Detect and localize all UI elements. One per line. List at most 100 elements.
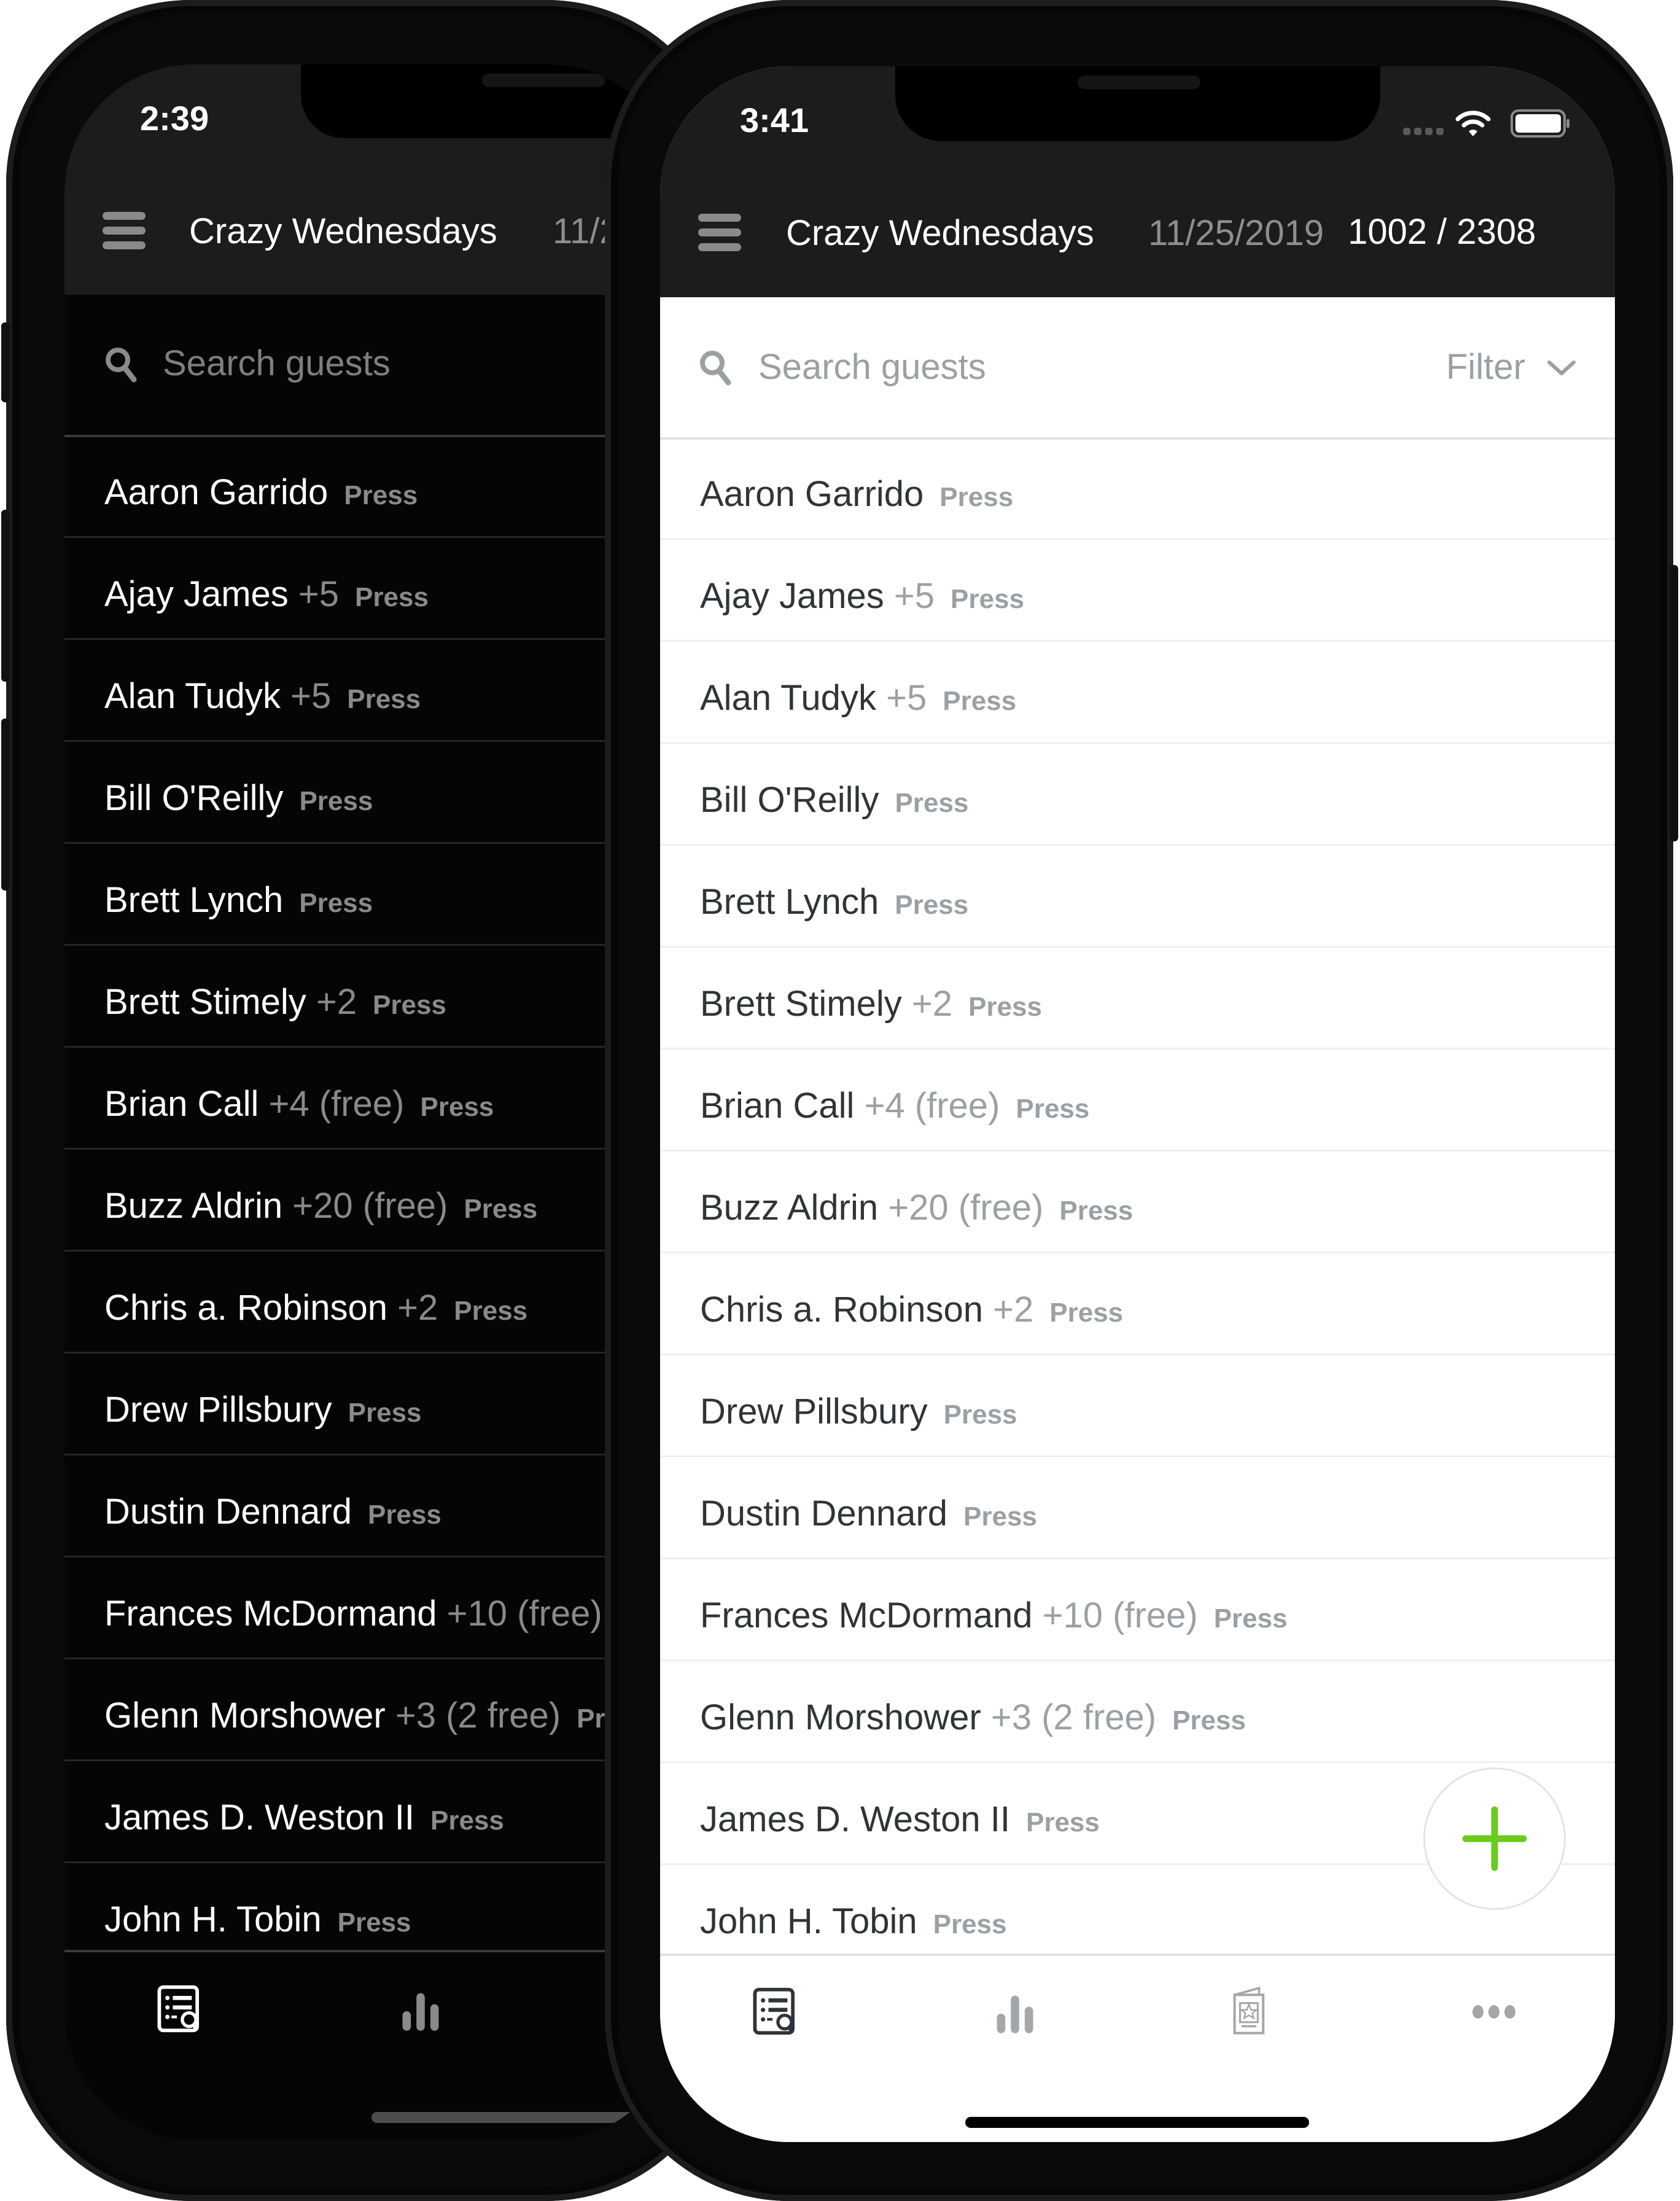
guest-category-tag: Press <box>337 1907 411 1938</box>
guest-name: Alan Tudyk +5 Press <box>700 677 1016 719</box>
guest-category-tag: Press <box>454 1296 528 1326</box>
status-time: 2:39 <box>140 99 209 138</box>
guest-row[interactable]: Dustin Dennard Press <box>660 1457 1615 1559</box>
guest-row[interactable]: Frances McDormand +10 (free)Press <box>64 1557 679 1659</box>
guest-name-text: James D. Weston II <box>104 1798 414 1837</box>
bar-chart-icon[interactable] <box>994 1993 1036 2035</box>
guest-plus-count: +2 <box>397 1288 438 1328</box>
guest-row[interactable]: Alan Tudyk +5 Press <box>64 640 679 742</box>
guest-name-text: Glenn Morshower <box>700 1697 981 1737</box>
add-guest-button[interactable] <box>1423 1767 1566 1910</box>
guest-plus-count: +2 <box>993 1290 1034 1330</box>
guest-category-tag: Press <box>951 584 1024 614</box>
search-input[interactable]: Search guests <box>163 343 391 384</box>
guest-row[interactable]: Aaron Garrido Press <box>660 438 1615 540</box>
guest-name-text: Chris a. Robinson <box>700 1290 983 1330</box>
guest-name-text: Ajay James <box>700 576 884 616</box>
guest-row[interactable]: Drew Pillsbury Press <box>660 1355 1615 1457</box>
guest-row[interactable]: Drew Pillsbury Press <box>64 1354 679 1455</box>
guest-name-text: James D. Weston II <box>700 1799 1010 1839</box>
app-header: 2:39 Crazy Wednesdays 11/2 <box>64 64 679 295</box>
guest-plus-count: +5 <box>290 676 332 716</box>
guest-row[interactable]: James D. Weston II Press <box>64 1761 679 1863</box>
guest-row[interactable]: Dustin Dennard Press <box>64 1455 679 1557</box>
guest-name: Glenn Morshower +3 (2 free) Press <box>700 1697 1246 1738</box>
speaker-grille <box>482 74 605 87</box>
guest-plus-count: +2 <box>316 982 357 1022</box>
search-bar[interactable]: Search guests <box>64 295 679 437</box>
guest-category-tag: Press <box>464 1194 538 1224</box>
guest-name-text: Chris a. Robinson <box>104 1288 387 1328</box>
filter-dropdown[interactable]: Filter <box>1446 346 1581 389</box>
guest-plus-count: +5 <box>886 678 927 718</box>
guest-row[interactable]: Brian Call +4 (free) Press <box>64 1048 679 1150</box>
guest-plus-count: +3 (2 free) <box>990 1697 1157 1737</box>
guest-category-tag: Press <box>347 684 421 714</box>
menu-icon[interactable] <box>103 212 146 249</box>
guest-name-text: John H. Tobin <box>104 1899 322 1939</box>
bar-chart-icon[interactable] <box>399 1990 442 2032</box>
guest-row[interactable]: Glenn Morshower +3 (2 free)Press <box>660 1661 1615 1763</box>
guest-row[interactable]: Brett Stimely +2 Press <box>64 946 679 1048</box>
guest-plus-count: +4 (free) <box>864 1086 1000 1126</box>
guest-name-text: Frances McDormand <box>700 1595 1033 1635</box>
guest-row[interactable]: Frances McDormand +10 (free)Press <box>660 1559 1615 1661</box>
search-bar[interactable]: Search guests Filter <box>660 297 1615 440</box>
status-time: 3:41 <box>740 101 809 139</box>
guest-row[interactable]: Bill O'Reilly Press <box>64 742 679 844</box>
search-icon <box>700 351 731 386</box>
guest-name-text: Brett Lynch <box>700 882 879 922</box>
guest-list-search-icon[interactable] <box>752 1987 798 2036</box>
guest-plus-count: +10 (free) <box>446 1594 602 1634</box>
wifi-icon <box>1455 111 1491 136</box>
guest-row[interactable]: Brett Lynch Press <box>64 844 679 946</box>
guest-row[interactable]: Brett Lynch Press <box>660 846 1615 948</box>
ticket-star-icon[interactable] <box>1231 1987 1268 2036</box>
guest-name-text: Dustin Dennard <box>700 1494 947 1533</box>
guest-name: Brett Lynch Press <box>700 881 968 922</box>
guest-name-text: Drew Pillsbury <box>700 1392 928 1432</box>
guest-name-text: Frances McDormand <box>104 1594 437 1634</box>
guest-name: Aaron Garrido Press <box>104 472 418 513</box>
guest-plus-count: +4 (free) <box>268 1084 405 1124</box>
guest-name-text: Brian Call <box>700 1086 855 1126</box>
tab-bar <box>64 1950 679 2140</box>
guest-row[interactable]: Chris a. Robinson +2 Press <box>64 1252 679 1354</box>
battery-icon <box>1511 109 1569 138</box>
guest-row[interactable]: Brian Call +4 (free) Press <box>660 1050 1615 1151</box>
guest-row[interactable]: Buzz Aldrin +20 (free) Press <box>64 1150 679 1252</box>
menu-icon[interactable] <box>698 214 741 251</box>
guest-category-tag: Press <box>943 686 1017 716</box>
search-input[interactable]: Search guests <box>758 346 986 388</box>
guest-row[interactable]: Chris a. Robinson +2 Press <box>660 1253 1615 1355</box>
volume-up-button <box>1 510 10 682</box>
guest-row[interactable]: Buzz Aldrin +20 (free) Press <box>660 1151 1615 1253</box>
guest-row[interactable]: Alan Tudyk +5 Press <box>660 642 1615 744</box>
guest-list-search-icon[interactable] <box>157 1984 203 2033</box>
more-dots-icon[interactable] <box>1471 2004 1517 2020</box>
guest-row[interactable]: Bill O'Reilly Press <box>660 744 1615 846</box>
guest-row[interactable]: Ajay James +5 Press <box>660 540 1615 642</box>
guest-name: Frances McDormand +10 (free)Press <box>700 1595 1288 1636</box>
guest-category-tag: Press <box>1213 1603 1288 1634</box>
guest-row[interactable]: Glenn Morshower +3 (2 free)Press <box>64 1659 679 1761</box>
guest-row[interactable]: Ajay James +5 Press <box>64 538 679 640</box>
guest-category-tag: Press <box>1016 1094 1090 1124</box>
guest-category-tag: Press <box>895 890 969 920</box>
guest-category-tag: Press <box>373 990 446 1020</box>
guest-name-text: Buzz Aldrin <box>700 1188 879 1228</box>
guest-category-tag: Press <box>348 1398 422 1428</box>
guest-name: Chris a. Robinson +2 Press <box>700 1289 1123 1330</box>
guest-name: James D. Weston II Press <box>700 1799 1100 1840</box>
guest-plus-count: +3 (2 free) <box>395 1696 561 1735</box>
plus-icon <box>1462 1806 1527 1871</box>
guest-row[interactable]: Aaron Garrido Press <box>64 436 679 538</box>
guest-name-text: Aaron Garrido <box>700 474 924 514</box>
guest-plus-count: +20 (free) <box>292 1186 448 1226</box>
event-title: Crazy Wednesdays <box>189 211 497 251</box>
guest-row[interactable]: Brett Stimely +2 Press <box>660 948 1615 1050</box>
guest-name: Frances McDormand +10 (free)Press <box>104 1593 679 1634</box>
app-header: 3:41 Crazy Wednesdays 11/25/2019 1002 / … <box>660 66 1615 297</box>
guest-name: Dustin Dennard Press <box>700 1493 1037 1534</box>
guest-name-text: Brett Stimely <box>700 984 902 1024</box>
